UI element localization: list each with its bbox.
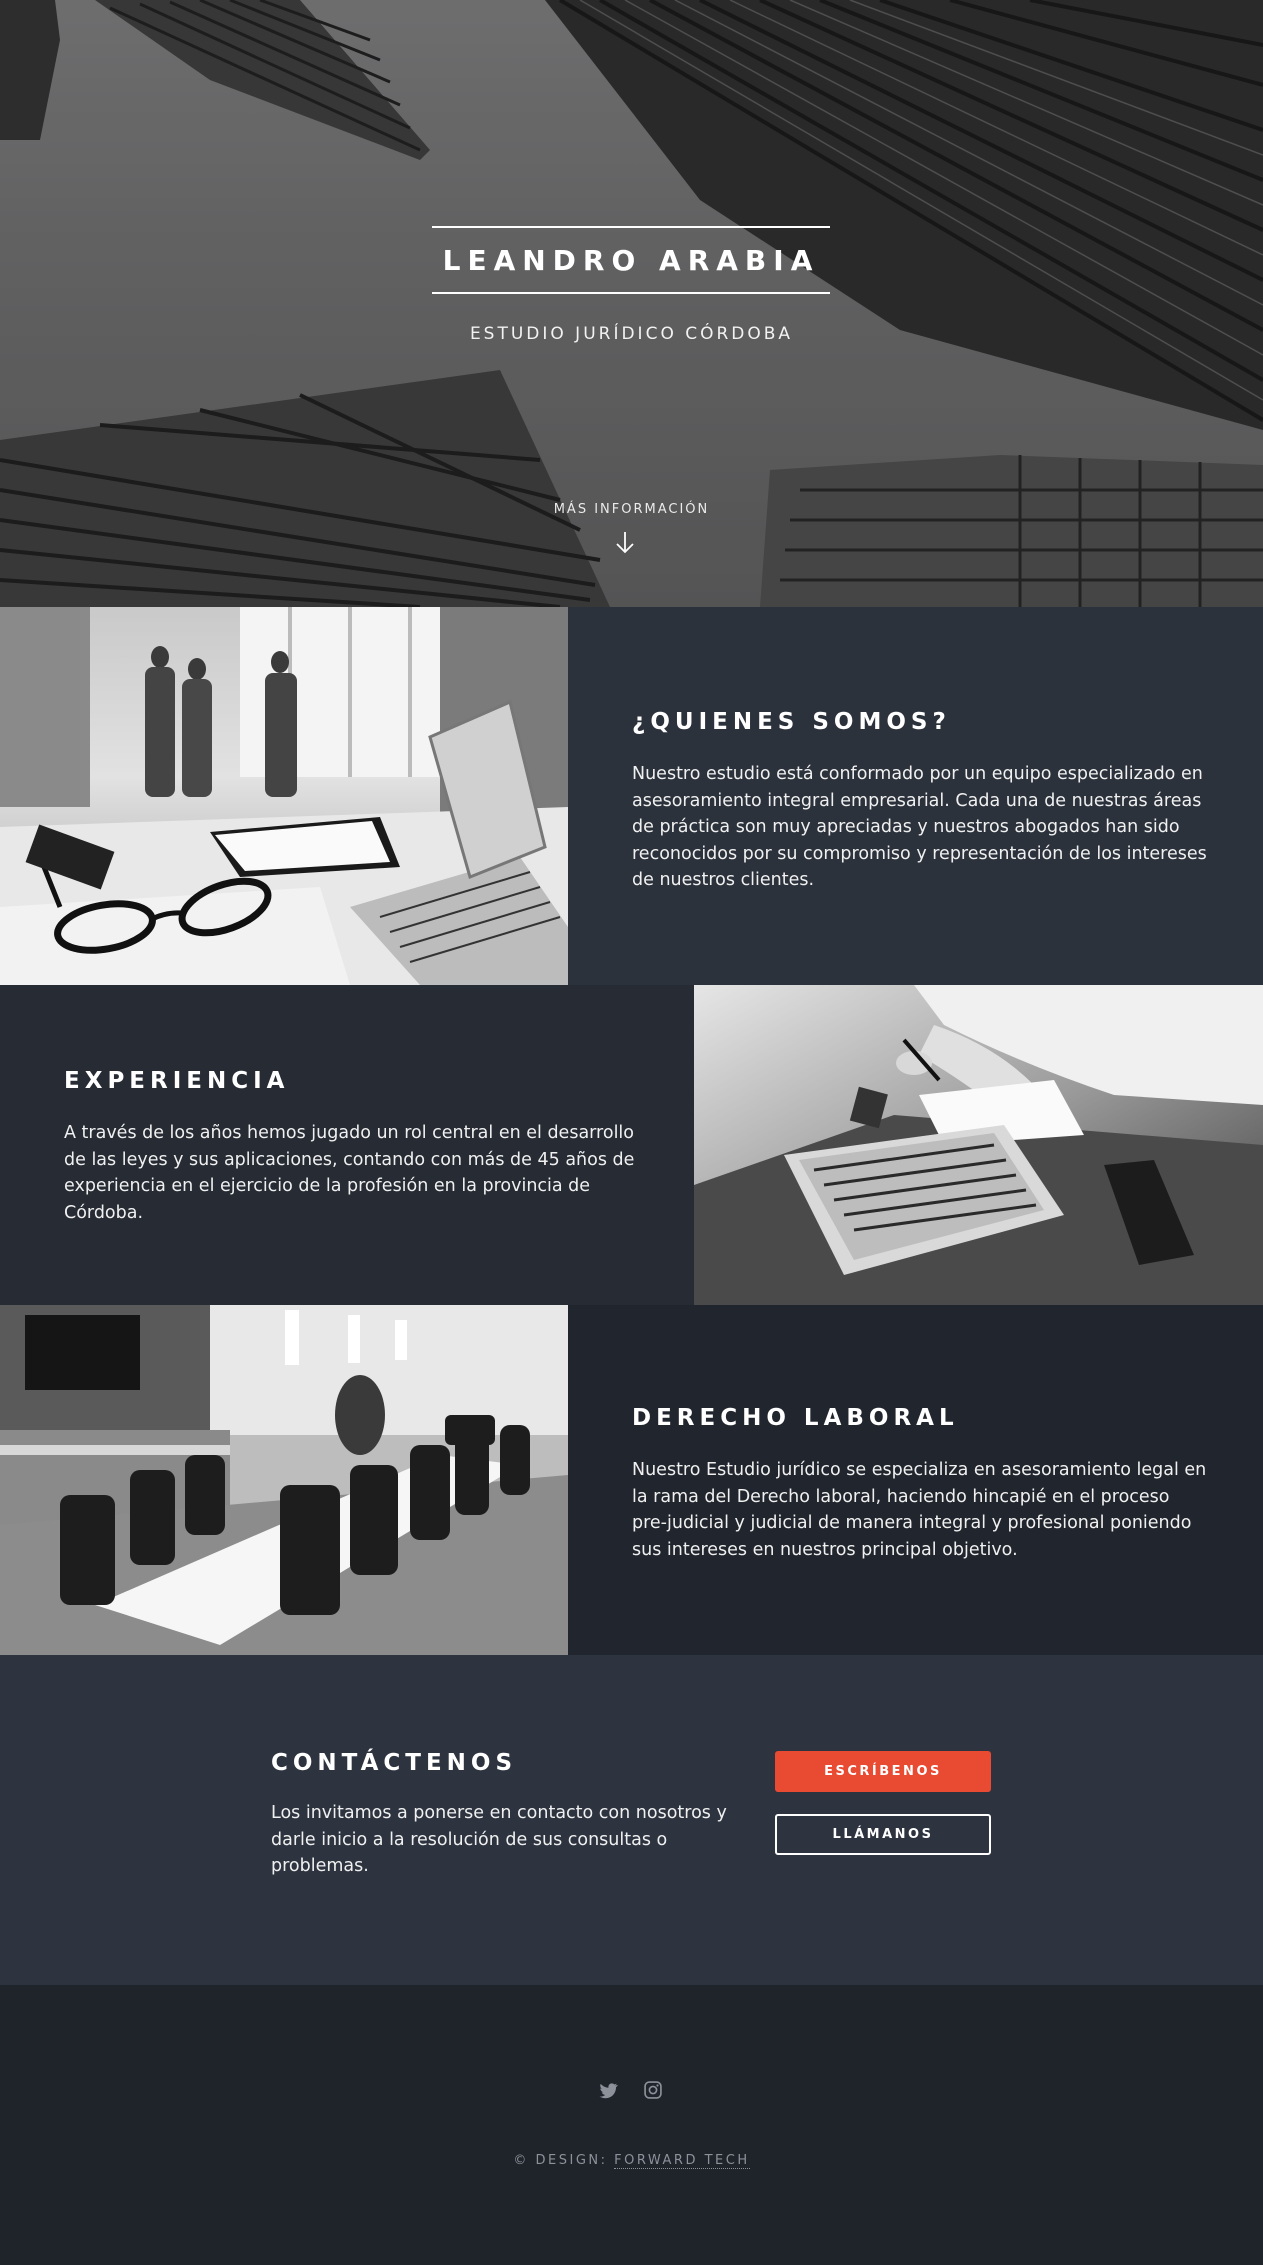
social-links bbox=[0, 2080, 1263, 2104]
spotlight-content: DERECHO LABORAL Nuestro Estudio jurídico… bbox=[632, 1405, 1207, 1563]
design-credit: © DESIGN: FORWARD TECH bbox=[0, 2153, 1263, 2169]
credit-prefix: © DESIGN: bbox=[513, 2153, 615, 2168]
laptop-writing-image bbox=[694, 985, 1263, 1305]
forward-tech-link[interactable]: FORWARD TECH bbox=[614, 2153, 750, 2169]
site-subtitle: ESTUDIO JURÍDICO CÓRDOBA bbox=[469, 324, 794, 344]
spotlight-content: EXPERIENCIA A través de los años hemos j… bbox=[64, 1068, 639, 1226]
spotlight-content: ¿QUIENES SOMOS? Nuestro estudio está con… bbox=[632, 709, 1207, 894]
escribenos-button[interactable]: ESCRÍBENOS bbox=[775, 1751, 991, 1792]
cta-text-block: CONTÁCTENOS Los invitamos a ponerse en c… bbox=[271, 1750, 741, 1880]
section-title: DERECHO LABORAL bbox=[632, 1405, 959, 1431]
instagram-icon[interactable] bbox=[643, 2080, 667, 2104]
llamanos-button[interactable]: LLÁMANOS bbox=[775, 1814, 991, 1855]
site-title: LEANDRO ARABIA bbox=[442, 243, 820, 277]
footer: © DESIGN: FORWARD TECH bbox=[0, 1985, 1263, 2265]
more-info-link[interactable]: MÁS INFORMACIÓN bbox=[0, 502, 1263, 517]
office-desk-image bbox=[0, 607, 568, 985]
spotlight-experiencia: EXPERIENCIA A través de los años hemos j… bbox=[0, 985, 1263, 1305]
brand-frame: LEANDRO ARABIA bbox=[432, 226, 830, 294]
section-text: Nuestro Estudio jurídico se especializa … bbox=[632, 1460, 1207, 1560]
cta-text: Los invitamos a ponerse en contacto con … bbox=[271, 1803, 727, 1876]
section-title: ¿QUIENES SOMOS? bbox=[632, 709, 951, 735]
cta-title: CONTÁCTENOS bbox=[271, 1750, 518, 1776]
section-title: EXPERIENCIA bbox=[64, 1068, 290, 1094]
arrow-down-icon[interactable] bbox=[612, 528, 638, 558]
twitter-icon[interactable] bbox=[597, 2080, 621, 2104]
section-text: Nuestro estudio está conformado por un e… bbox=[632, 764, 1207, 890]
hero-banner: LEANDRO ARABIA ESTUDIO JURÍDICO CÓRDOBA … bbox=[0, 0, 1263, 607]
conference-room-image bbox=[0, 1305, 568, 1655]
contact-cta: CONTÁCTENOS Los invitamos a ponerse en c… bbox=[0, 1655, 1263, 1985]
spotlight-derecho-laboral: DERECHO LABORAL Nuestro Estudio jurídico… bbox=[0, 1305, 1263, 1655]
spotlight-quienes-somos: ¿QUIENES SOMOS? Nuestro estudio está con… bbox=[0, 607, 1263, 985]
section-text: A través de los años hemos jugado un rol… bbox=[64, 1123, 635, 1223]
